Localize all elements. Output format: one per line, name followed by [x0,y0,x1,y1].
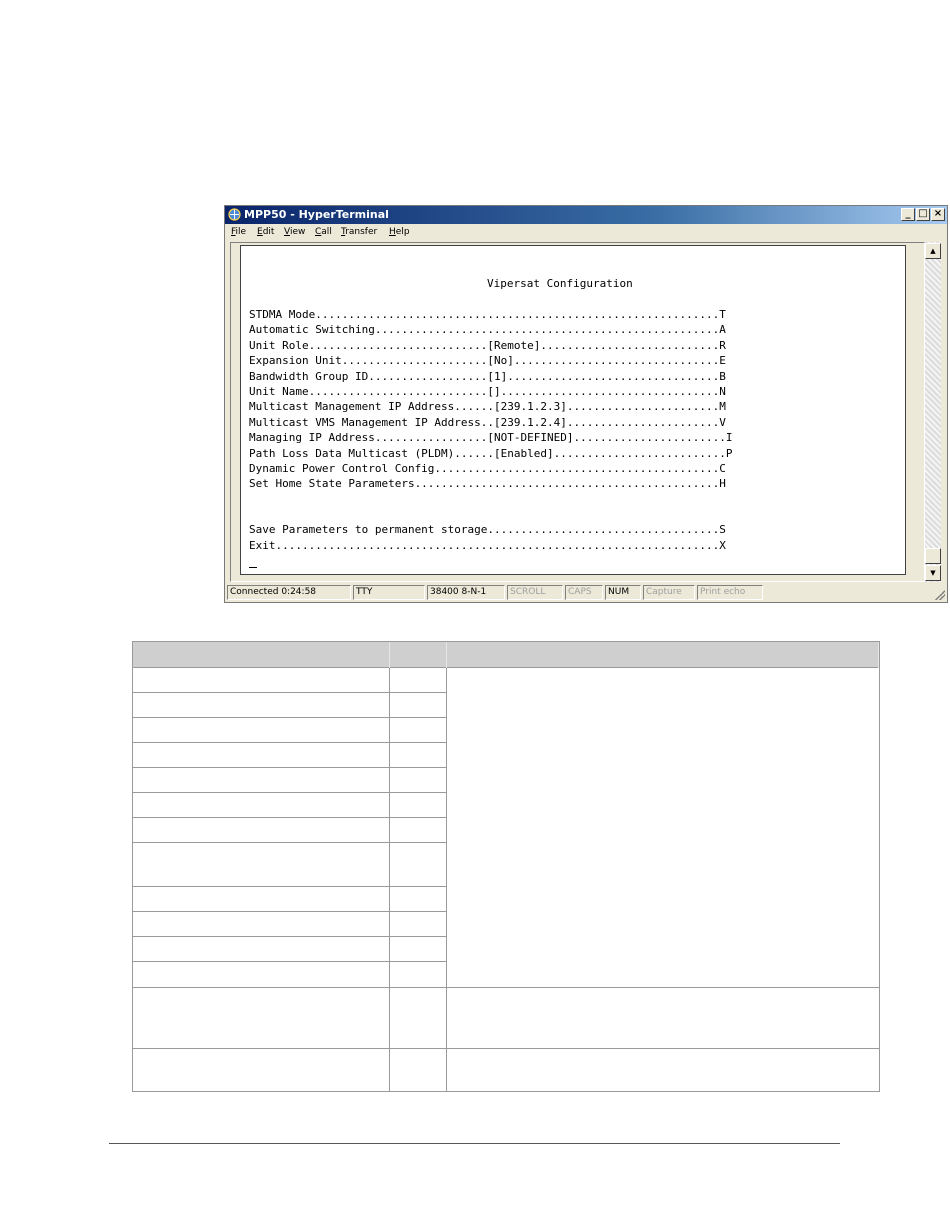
parameter-table [132,641,880,1092]
table-row [133,743,447,768]
menu-line-multicast-vms-mgmt-ip: Multicast VMS Management IP Address..[23… [249,416,726,429]
menu-line-stdma-mode: STDMA Mode..............................… [249,308,726,321]
status-print-echo: Print echo [697,585,763,600]
window-title: MPP50 - HyperTerminal [244,208,389,221]
terminal-heading: Vipersat Configuration [487,277,633,290]
scroll-down-arrow-icon[interactable]: ▼ [925,565,941,581]
table-row [133,718,447,743]
table-row [133,912,447,937]
table-row [133,843,447,887]
vertical-scrollbar[interactable]: ▲ ▼ [925,242,941,582]
table-row [133,768,447,793]
table-row [133,818,447,843]
table-row [133,887,447,912]
table-row [133,1049,447,1091]
status-bar: Connected 0:24:58 TTY 38400 8-N-1 SCROLL… [225,582,947,602]
menu-call[interactable]: Call [315,227,332,237]
maximize-button[interactable]: □ [916,208,930,221]
status-scroll: SCROLL [507,585,563,600]
table-description-cell [447,1049,879,1091]
table-header-cell [390,642,447,668]
table-row [133,793,447,818]
hyperterminal-app-icon [228,208,241,221]
menu-line-expansion-unit: Expansion Unit......................[No]… [249,354,726,367]
menu-line-home-state: Set Home State Parameters...............… [249,477,726,490]
scroll-thumb[interactable] [925,548,941,564]
menu-line-save-parameters: Save Parameters to permanent storage....… [249,523,726,536]
menu-edit[interactable]: Edit [257,227,274,237]
table-header-row [133,642,879,668]
menu-transfer[interactable]: Transfer [341,227,377,237]
table-description-cell [447,668,879,988]
terminal-frame: Vipersat Configuration STDMA Mode.......… [230,242,925,582]
status-emulation: TTY [353,585,425,600]
menu-line-managing-ip: Managing IP Address.................[NOT… [249,431,733,444]
status-capture: Capture [643,585,695,600]
status-num: NUM [605,585,641,600]
table-header-cell [447,642,879,668]
menu-line-dpc-config: Dynamic Power Control Config............… [249,462,726,475]
menu-help[interactable]: Help [389,227,410,237]
menu-line-multicast-mgmt-ip: Multicast Management IP Address......[23… [249,400,726,413]
menu-file[interactable]: File [231,227,246,237]
table-row [133,693,447,718]
table-row [133,962,447,988]
hyperterminal-window: MPP50 - HyperTerminal _ □ × File Edit Vi… [224,205,948,603]
resize-grip-icon[interactable] [935,590,945,600]
status-connected: Connected 0:24:58 [227,585,351,600]
close-button[interactable]: × [931,208,945,221]
menu-line-unit-role: Unit Role...........................[Rem… [249,339,726,352]
table-row [133,668,447,693]
minimize-button[interactable]: _ [901,208,915,221]
table-header-cell [133,642,390,668]
menu-line-bandwidth-group-id: Bandwidth Group ID..................[1].… [249,370,726,383]
menu-line-unit-name: Unit Name...........................[]..… [249,385,726,398]
table-description-cell [447,988,879,1049]
status-settings: 38400 8-N-1 [427,585,505,600]
menu-line-pldm: Path Loss Data Multicast (PLDM)......[En… [249,447,733,460]
footer-rule [109,1143,840,1144]
title-bar[interactable]: MPP50 - HyperTerminal _ □ × [225,206,947,224]
scroll-up-arrow-icon[interactable]: ▲ [925,243,941,259]
menu-line-exit: Exit....................................… [249,539,726,552]
menu-view[interactable]: View [284,227,305,237]
menu-line-automatic-switching: Automatic Switching.....................… [249,323,726,336]
table-row [133,988,447,1049]
table-row [133,937,447,962]
terminal-screen[interactable]: Vipersat Configuration STDMA Mode.......… [240,245,906,575]
status-caps: CAPS [565,585,603,600]
menu-bar: File Edit View Call Transfer Help [225,225,947,241]
text-cursor [249,567,257,568]
